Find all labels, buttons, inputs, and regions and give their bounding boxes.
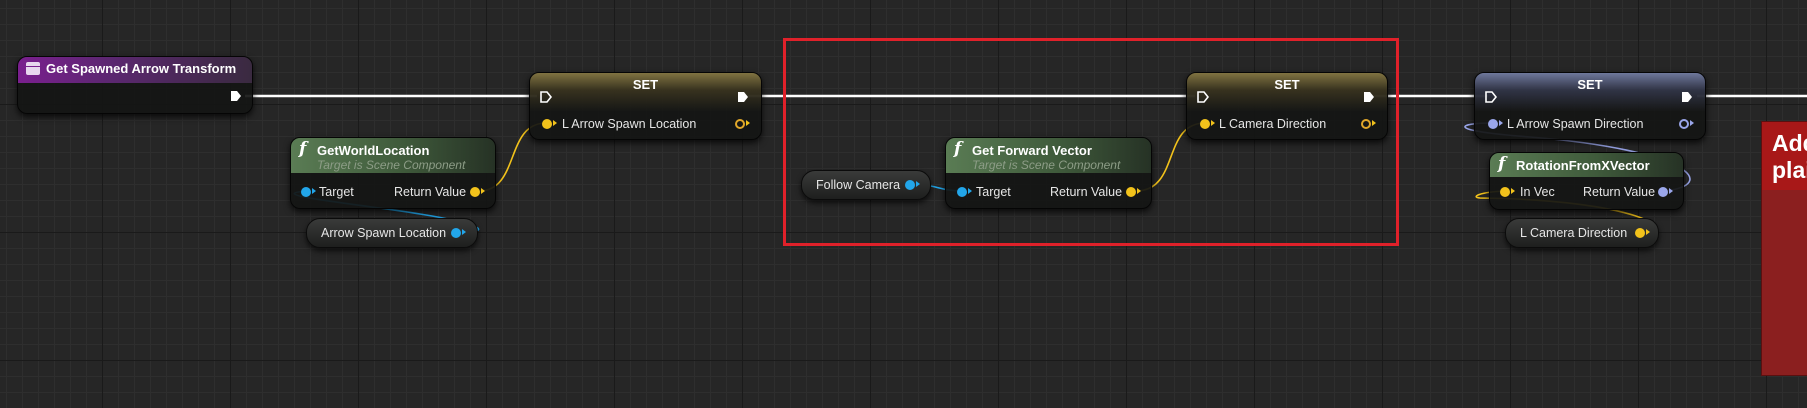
get-world-location-node[interactable]: f GetWorldLocation Target is Scene Compo… <box>290 137 496 209</box>
function-icon: f <box>299 139 307 159</box>
return-value-pin[interactable] <box>1658 187 1668 197</box>
vector-output-pin[interactable] <box>1635 228 1645 238</box>
set-variable-label: L Arrow Spawn Direction <box>1507 117 1644 131</box>
rotator-input-pin[interactable] <box>1488 119 1498 129</box>
vector-output-pin[interactable] <box>735 119 745 129</box>
set-node-header: SET <box>530 73 761 111</box>
function-title: GetWorldLocation <box>317 143 430 158</box>
return-value-label: Return Value <box>394 185 467 199</box>
set-node-header: SET <box>1475 73 1705 111</box>
exec-output-pin[interactable] <box>1681 91 1693 103</box>
rotation-from-x-vector-node[interactable]: f RotationFromXVector In Vec Return Valu… <box>1489 152 1684 210</box>
pin-arrow-icon <box>481 188 485 194</box>
exec-input-pin[interactable] <box>540 91 552 103</box>
arrow-spawn-location-getter[interactable]: Arrow Spawn Location <box>306 218 478 248</box>
pin-arrow-icon <box>1646 229 1650 235</box>
target-label: Target <box>319 185 354 199</box>
return-value-pin[interactable] <box>470 187 480 197</box>
in-vec-input-pin[interactable] <box>1500 187 1510 197</box>
pin-arrow-icon <box>312 188 316 194</box>
getter-label: L Camera Direction <box>1520 226 1628 240</box>
comment-title: Add plai <box>1762 122 1807 190</box>
event-node-header: Get Spawned Arrow Transform <box>18 57 252 83</box>
rotator-output-pin[interactable] <box>1679 119 1689 129</box>
set-node-arrow-spawn-direction[interactable]: SET L Arrow Spawn Direction <box>1474 72 1706 140</box>
function-subtitle: Target is Scene Component <box>317 158 466 172</box>
pin-arrow-icon <box>1669 188 1673 194</box>
pin-arrow-icon <box>462 229 466 235</box>
pin-arrow-icon <box>1499 120 1503 126</box>
exec-output-pin[interactable] <box>230 90 242 102</box>
camera-direction-getter[interactable]: L Camera Direction <box>1505 218 1659 248</box>
event-node-get-spawned-arrow-transform[interactable]: Get Spawned Arrow Transform <box>17 56 253 114</box>
vector-input-pin[interactable] <box>542 119 552 129</box>
set-variable-label: L Arrow Spawn Location <box>562 117 697 131</box>
pin-arrow-icon <box>746 120 750 126</box>
function-title: RotationFromXVector <box>1516 158 1650 173</box>
selection-box <box>783 38 1399 246</box>
target-input-pin[interactable] <box>301 187 311 197</box>
function-node-header: f GetWorldLocation Target is Scene Compo… <box>291 138 495 173</box>
function-icon: f <box>1498 154 1506 174</box>
return-value-label: Return Value <box>1583 185 1656 199</box>
event-icon <box>26 62 40 75</box>
set-node-arrow-spawn-location[interactable]: SET L Arrow Spawn Location <box>529 72 762 140</box>
pin-arrow-icon <box>1511 188 1515 194</box>
event-node-title: Get Spawned Arrow Transform <box>46 61 237 76</box>
getter-label: Arrow Spawn Location <box>321 226 447 240</box>
exec-input-pin[interactable] <box>1485 91 1497 103</box>
exec-output-pin[interactable] <box>737 91 749 103</box>
in-vec-label: In Vec <box>1520 185 1555 199</box>
function-node-header: f RotationFromXVector <box>1490 153 1683 177</box>
pin-arrow-icon <box>1690 120 1694 126</box>
object-output-pin[interactable] <box>451 228 461 238</box>
pin-arrow-icon <box>553 120 557 126</box>
comment-box[interactable]: Add plai <box>1761 121 1807 376</box>
